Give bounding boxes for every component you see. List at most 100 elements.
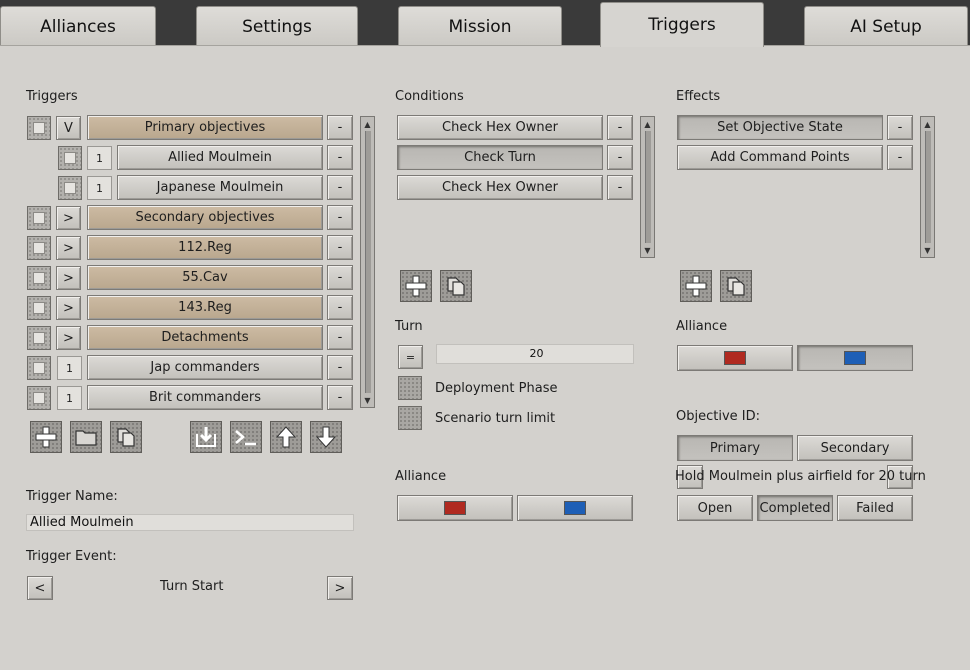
condition-alliance-blue-button[interactable] [517, 495, 633, 521]
add-condition-button[interactable] [400, 270, 432, 302]
effect-row[interactable]: Set Objective State [677, 115, 883, 140]
scroll-down-icon[interactable]: ▼ [362, 394, 373, 406]
trigger-row[interactable]: Jap commanders [87, 355, 323, 380]
scenario-turn-limit-checkbox[interactable] [398, 406, 422, 430]
trigger-expand-toggle[interactable]: V [56, 116, 81, 140]
trigger-row[interactable]: Secondary objectives [87, 205, 323, 230]
add-effect-button[interactable] [680, 270, 712, 302]
trigger-row[interactable]: 143.Reg [87, 295, 323, 320]
trigger-expand-toggle[interactable]: > [56, 266, 81, 290]
trigger-remove-button[interactable]: - [327, 175, 353, 200]
trigger-remove-button[interactable]: - [327, 205, 353, 230]
effect-remove-button[interactable]: - [887, 145, 913, 170]
trigger-remove-button[interactable]: - [327, 325, 353, 350]
effect-row[interactable]: Add Command Points [677, 145, 883, 170]
effect-remove-button[interactable]: - [887, 115, 913, 140]
trigger-row[interactable]: Detachments [87, 325, 323, 350]
trigger-remove-button[interactable]: - [327, 145, 353, 170]
trigger-row-label: Detachments [161, 330, 249, 345]
tab-triggers[interactable]: Triggers [600, 2, 764, 47]
trigger-row-label: 55.Cav [182, 270, 228, 285]
trigger-remove-button[interactable]: - [327, 295, 353, 320]
trigger-checkbox[interactable] [27, 116, 51, 140]
console-button[interactable] [230, 421, 262, 453]
trigger-remove-button[interactable]: - [327, 235, 353, 260]
tab-settings[interactable]: Settings [196, 6, 358, 46]
trigger-checkbox[interactable] [27, 206, 51, 230]
trigger-checkbox[interactable] [27, 386, 51, 410]
trigger-row-label: Brit commanders [148, 390, 262, 405]
objective-open-button[interactable]: Open [677, 495, 753, 521]
trigger-row[interactable]: 112.Reg [87, 235, 323, 260]
triggers-heading: Triggers [26, 89, 78, 104]
scroll-track[interactable] [645, 131, 651, 243]
effect-alliance-blue-button[interactable] [797, 345, 913, 371]
objective-completed-button[interactable]: Completed [757, 495, 833, 521]
condition-remove-button[interactable]: - [607, 175, 633, 200]
trigger-expand-toggle[interactable]: > [56, 236, 81, 260]
trigger-checkbox[interactable] [58, 146, 82, 170]
trigger-checkbox[interactable] [27, 296, 51, 320]
effect-alliance-red-button[interactable] [677, 345, 793, 371]
trigger-checkbox[interactable] [27, 326, 51, 350]
scroll-down-icon[interactable]: ▼ [642, 244, 653, 256]
condition-remove-button[interactable]: - [607, 145, 633, 170]
add-trigger-button[interactable] [30, 421, 62, 453]
scroll-track[interactable] [365, 131, 371, 393]
scroll-up-icon[interactable]: ▲ [642, 118, 653, 130]
tab-label: Alliances [40, 16, 116, 37]
copy-condition-button[interactable] [440, 270, 472, 302]
copy-effect-button[interactable] [720, 270, 752, 302]
trigger-remove-button[interactable]: - [327, 355, 353, 380]
trigger-row[interactable]: Allied Moulmein [117, 145, 323, 170]
deployment-phase-checkbox[interactable] [398, 376, 422, 400]
condition-alliance-red-button[interactable] [397, 495, 513, 521]
trigger-remove-button[interactable]: - [327, 385, 353, 410]
scroll-down-icon[interactable]: ▼ [922, 244, 933, 256]
blue-swatch [844, 351, 866, 365]
objective-failed-button[interactable]: Failed [837, 495, 913, 521]
copy-icon [447, 277, 465, 296]
trigger-row[interactable]: Primary objectives [87, 115, 323, 140]
trigger-expand-toggle[interactable]: > [56, 206, 81, 230]
trigger-event-prev-button[interactable]: < [27, 576, 53, 600]
triggers-scrollbar[interactable]: ▲ ▼ [360, 116, 375, 408]
condition-row[interactable]: Check Turn [397, 145, 603, 170]
trigger-checkbox[interactable] [27, 266, 51, 290]
scroll-up-icon[interactable]: ▲ [922, 118, 933, 130]
objective-primary-button[interactable]: Primary [677, 435, 793, 461]
import-button[interactable] [190, 421, 222, 453]
trigger-checkbox[interactable] [58, 176, 82, 200]
scroll-track[interactable] [925, 131, 931, 243]
move-up-button[interactable] [270, 421, 302, 453]
turn-operator-button[interactable]: = [398, 345, 423, 369]
trigger-remove-button[interactable]: - [327, 115, 353, 140]
conditions-scrollbar[interactable]: ▲ ▼ [640, 116, 655, 258]
trigger-row[interactable]: 55.Cav [87, 265, 323, 290]
trigger-name-input[interactable]: Allied Moulmein [26, 514, 354, 531]
trigger-row[interactable]: Japanese Moulmein [117, 175, 323, 200]
trigger-checkbox[interactable] [27, 356, 51, 380]
copy-icon [117, 428, 135, 447]
condition-row[interactable]: Check Hex Owner [397, 175, 603, 200]
tab-ai-setup[interactable]: AI Setup [804, 6, 968, 46]
trigger-expand-toggle[interactable]: > [56, 296, 81, 320]
condition-row[interactable]: Check Hex Owner [397, 115, 603, 140]
condition-remove-button[interactable]: - [607, 115, 633, 140]
effects-scrollbar[interactable]: ▲ ▼ [920, 116, 935, 258]
trigger-remove-button[interactable]: - [327, 265, 353, 290]
tab-mission[interactable]: Mission [398, 6, 562, 46]
tab-alliances[interactable]: Alliances [0, 6, 156, 46]
copy-trigger-button[interactable] [110, 421, 142, 453]
trigger-checkbox[interactable] [27, 236, 51, 260]
folder-button[interactable] [70, 421, 102, 453]
trigger-expand-toggle[interactable]: > [56, 326, 81, 350]
move-down-button[interactable] [310, 421, 342, 453]
scroll-up-icon[interactable]: ▲ [362, 118, 373, 130]
trigger-row[interactable]: Brit commanders [87, 385, 323, 410]
trigger-event-next-button[interactable]: > [327, 576, 353, 600]
trigger-row-label: 143.Reg [178, 300, 232, 315]
objective-secondary-button[interactable]: Secondary [797, 435, 913, 461]
effect-row-label: Set Objective State [717, 120, 843, 135]
turn-value-input[interactable]: 20 [436, 344, 634, 364]
